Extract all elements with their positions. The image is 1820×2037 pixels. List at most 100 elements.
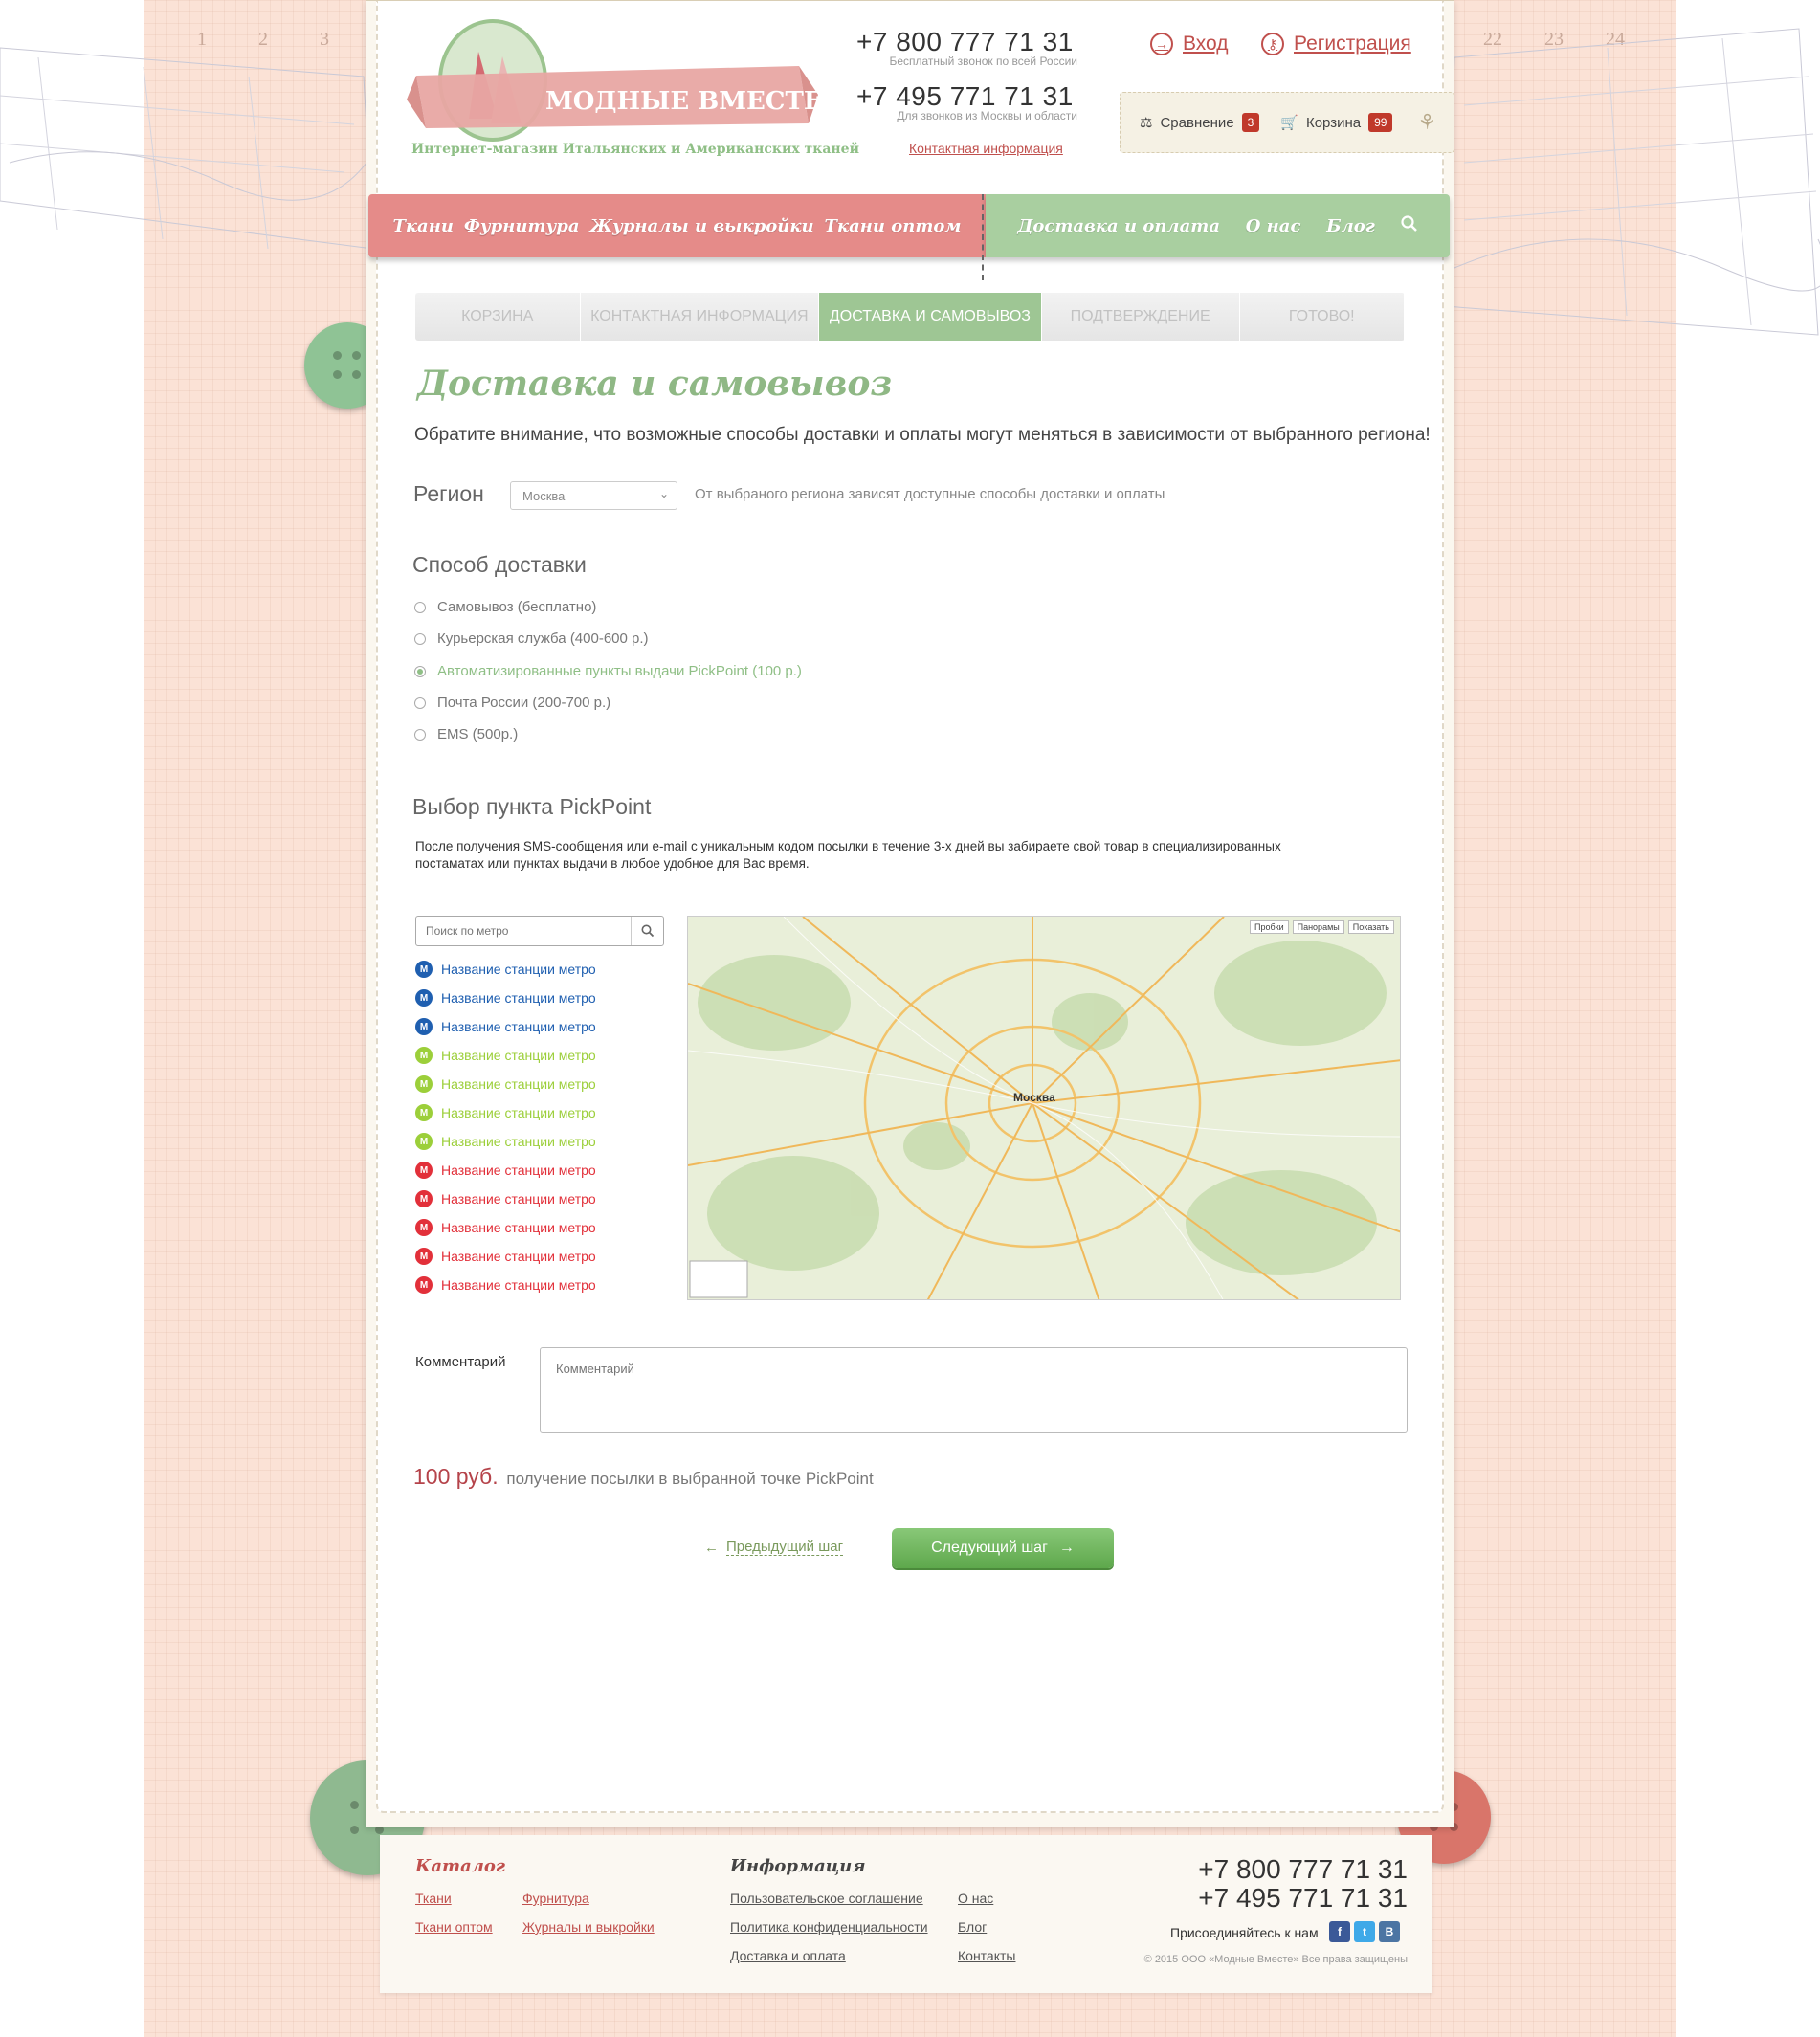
search-icon[interactable] xyxy=(631,917,663,945)
delivery-option-label: Курьерская служба (400-600 р.) xyxy=(437,631,649,647)
metro-station-item[interactable]: M Название станции метро xyxy=(415,1104,596,1121)
comment-textarea[interactable] xyxy=(540,1347,1408,1433)
region-select-value: Москва xyxy=(522,489,566,503)
compare-link[interactable]: ⚖ Сравнение 3 xyxy=(1140,113,1260,132)
step-cart[interactable]: Корзина xyxy=(415,293,581,341)
metro-station-item[interactable]: M Название станции метро xyxy=(415,989,596,1007)
nav-item-delivery[interactable]: Доставка и оплата xyxy=(1017,216,1220,236)
cart-icon: 🛒 xyxy=(1280,115,1298,131)
delivery-option-russian-post[interactable]: Почта России (200-700 р.) xyxy=(414,695,610,711)
metro-station-item[interactable]: M Название станции метро xyxy=(415,961,596,978)
vk-icon[interactable]: В xyxy=(1379,1921,1400,1942)
metro-icon: M xyxy=(415,1162,433,1179)
nav-item-about[interactable]: О нас xyxy=(1246,216,1301,236)
radio[interactable] xyxy=(414,601,426,613)
prev-step-link[interactable]: ← Предыдущий шаг xyxy=(704,1539,844,1556)
metro-station-item[interactable]: M Название станции метро xyxy=(415,1133,596,1150)
map-traffic-button[interactable]: Пробки xyxy=(1250,920,1289,934)
cart-compare-box: ⚖ Сравнение 3 🛒 Корзина 99 ⚘ xyxy=(1120,92,1454,153)
cart-label: Корзина xyxy=(1305,114,1362,131)
next-step-label: Следующий шаг xyxy=(931,1539,1048,1556)
facebook-icon[interactable]: f xyxy=(1329,1921,1350,1942)
radio[interactable] xyxy=(414,697,426,709)
footer-link-delivery[interactable]: Доставка и оплата xyxy=(730,1948,846,1963)
metro-search xyxy=(415,916,664,946)
search-icon[interactable] xyxy=(1401,214,1418,237)
step-confirm[interactable]: Подтверждение xyxy=(1042,293,1240,341)
step-done[interactable]: Готово! xyxy=(1240,293,1405,341)
radio-checked[interactable] xyxy=(414,665,426,677)
footer-link-blog[interactable]: Блог xyxy=(958,1919,987,1935)
cart-link[interactable]: 🛒 Корзина 99 xyxy=(1280,113,1393,132)
header-phone-1-note: Бесплатный звонок по всей России xyxy=(889,55,1077,68)
map-controls: Пробки Панорамы Показать xyxy=(1250,920,1394,934)
prev-step-label: Предыдущий шаг xyxy=(726,1539,844,1556)
footer-link-wholesale[interactable]: Ткани оптом xyxy=(415,1919,493,1935)
delivery-option-pickpoint[interactable]: Автоматизированные пункты выдачи PickPoi… xyxy=(414,663,802,679)
footer-link-about[interactable]: О нас xyxy=(958,1891,993,1906)
delivery-option-courier[interactable]: Курьерская служба (400-600 р.) xyxy=(414,631,649,647)
map-show-button[interactable]: Показать xyxy=(1347,920,1394,934)
metro-station-item[interactable]: M Название станции метро xyxy=(415,1190,596,1207)
delivery-option-ems[interactable]: EMS (500р.) xyxy=(414,726,518,742)
metro-station-label: Название станции метро xyxy=(441,1019,596,1034)
metro-station-item[interactable]: M Название станции метро xyxy=(415,1075,596,1093)
metro-station-label: Название станции метро xyxy=(441,1076,596,1092)
metro-station-item[interactable]: M Название станции метро xyxy=(415,1248,596,1265)
step-delivery[interactable]: Доставка и самовывоз xyxy=(819,293,1042,341)
map-panorama-button[interactable]: Панорамы xyxy=(1292,920,1344,934)
footer-catalog-heading: Каталог xyxy=(415,1856,506,1876)
compare-label: Сравнение xyxy=(1160,114,1234,131)
region-notice: Обратите внимание, что возможные способы… xyxy=(414,425,1431,445)
region-select[interactable]: Москва ⌄ xyxy=(510,481,677,510)
footer-link-privacy[interactable]: Политика конфиденциальности xyxy=(730,1919,928,1935)
metro-station-item[interactable]: M Название станции метро xyxy=(415,1162,596,1179)
checkout-steps: Корзина Контактная информация Доставка и… xyxy=(415,293,1405,341)
register-link[interactable]: ⚷ Регистрация xyxy=(1261,33,1411,55)
radio[interactable] xyxy=(414,728,426,741)
chevron-down-icon: ⌄ xyxy=(658,487,669,500)
footer-phone-2: +7 495 771 71 31 xyxy=(1198,1883,1408,1913)
metro-icon: M xyxy=(415,1018,433,1035)
footer-link-magazines[interactable]: Журналы и выкройки xyxy=(522,1919,655,1935)
comment-label: Комментарий xyxy=(415,1354,506,1370)
pickpoint-map[interactable]: Москва Пробки Панорамы Показать xyxy=(687,916,1401,1300)
compare-count-badge: 3 xyxy=(1241,113,1260,132)
metro-station-item[interactable]: M Название станции метро xyxy=(415,1018,596,1035)
sewing-pattern-left xyxy=(0,47,374,250)
copyright: © 2015 ООО «Модные Вместе» Все права защ… xyxy=(1143,1954,1408,1965)
metro-station-item[interactable]: M Название станции метро xyxy=(415,1276,596,1294)
metro-station-label: Название станции метро xyxy=(441,1220,596,1235)
footer-link-accessories[interactable]: Фурнитура xyxy=(522,1891,589,1906)
footer-link-fabrics[interactable]: Ткани xyxy=(415,1891,452,1906)
nav-item-fabrics[interactable]: Ткани xyxy=(392,216,453,236)
main-nav-pink: Ткани Фурнитура Журналы и выкройки Ткани… xyxy=(368,194,986,257)
arrow-right-icon: → xyxy=(1058,1539,1075,1556)
metro-station-item[interactable]: M Название станции метро xyxy=(415,1219,596,1236)
site-logo[interactable]: МОДНЫЕ ВМЕСТЕ xyxy=(407,13,818,157)
nav-item-magazines[interactable]: Журналы и выкройки xyxy=(589,216,813,236)
step-contacts[interactable]: Контактная информация xyxy=(581,293,820,341)
metro-search-input[interactable] xyxy=(416,917,627,945)
login-link[interactable]: → Вход xyxy=(1150,33,1229,55)
metro-station-label: Название станции метро xyxy=(441,1105,596,1120)
arrow-left-icon: ← xyxy=(704,1539,719,1556)
metro-station-item[interactable]: M Название станции метро xyxy=(415,1047,596,1064)
footer-link-contacts[interactable]: Контакты xyxy=(958,1948,1015,1963)
nav-item-blog[interactable]: Блог xyxy=(1326,216,1375,236)
key-icon: ⚷ xyxy=(1261,33,1284,55)
nav-item-accessories[interactable]: Фурнитура xyxy=(464,216,580,236)
metro-icon: M xyxy=(415,1133,433,1150)
nav-item-wholesale[interactable]: Ткани оптом xyxy=(825,216,962,236)
metro-station-label: Название станции метро xyxy=(441,1048,596,1063)
metro-station-label: Название станции метро xyxy=(441,1134,596,1149)
delivery-option-pickup[interactable]: Самовывоз (бесплатно) xyxy=(414,599,596,615)
delivery-heading: Способ доставки xyxy=(412,552,587,577)
metro-station-label: Название станции метро xyxy=(441,1277,596,1293)
radio[interactable] xyxy=(414,632,426,645)
pickpoint-heading: Выбор пункта PickPoint xyxy=(412,794,652,819)
footer-link-agreement[interactable]: Пользовательское соглашение xyxy=(730,1891,923,1906)
contacts-link[interactable]: Контактная информация xyxy=(909,141,1063,156)
next-step-button[interactable]: Следующий шаг → xyxy=(892,1528,1114,1568)
twitter-icon[interactable]: t xyxy=(1354,1921,1375,1942)
